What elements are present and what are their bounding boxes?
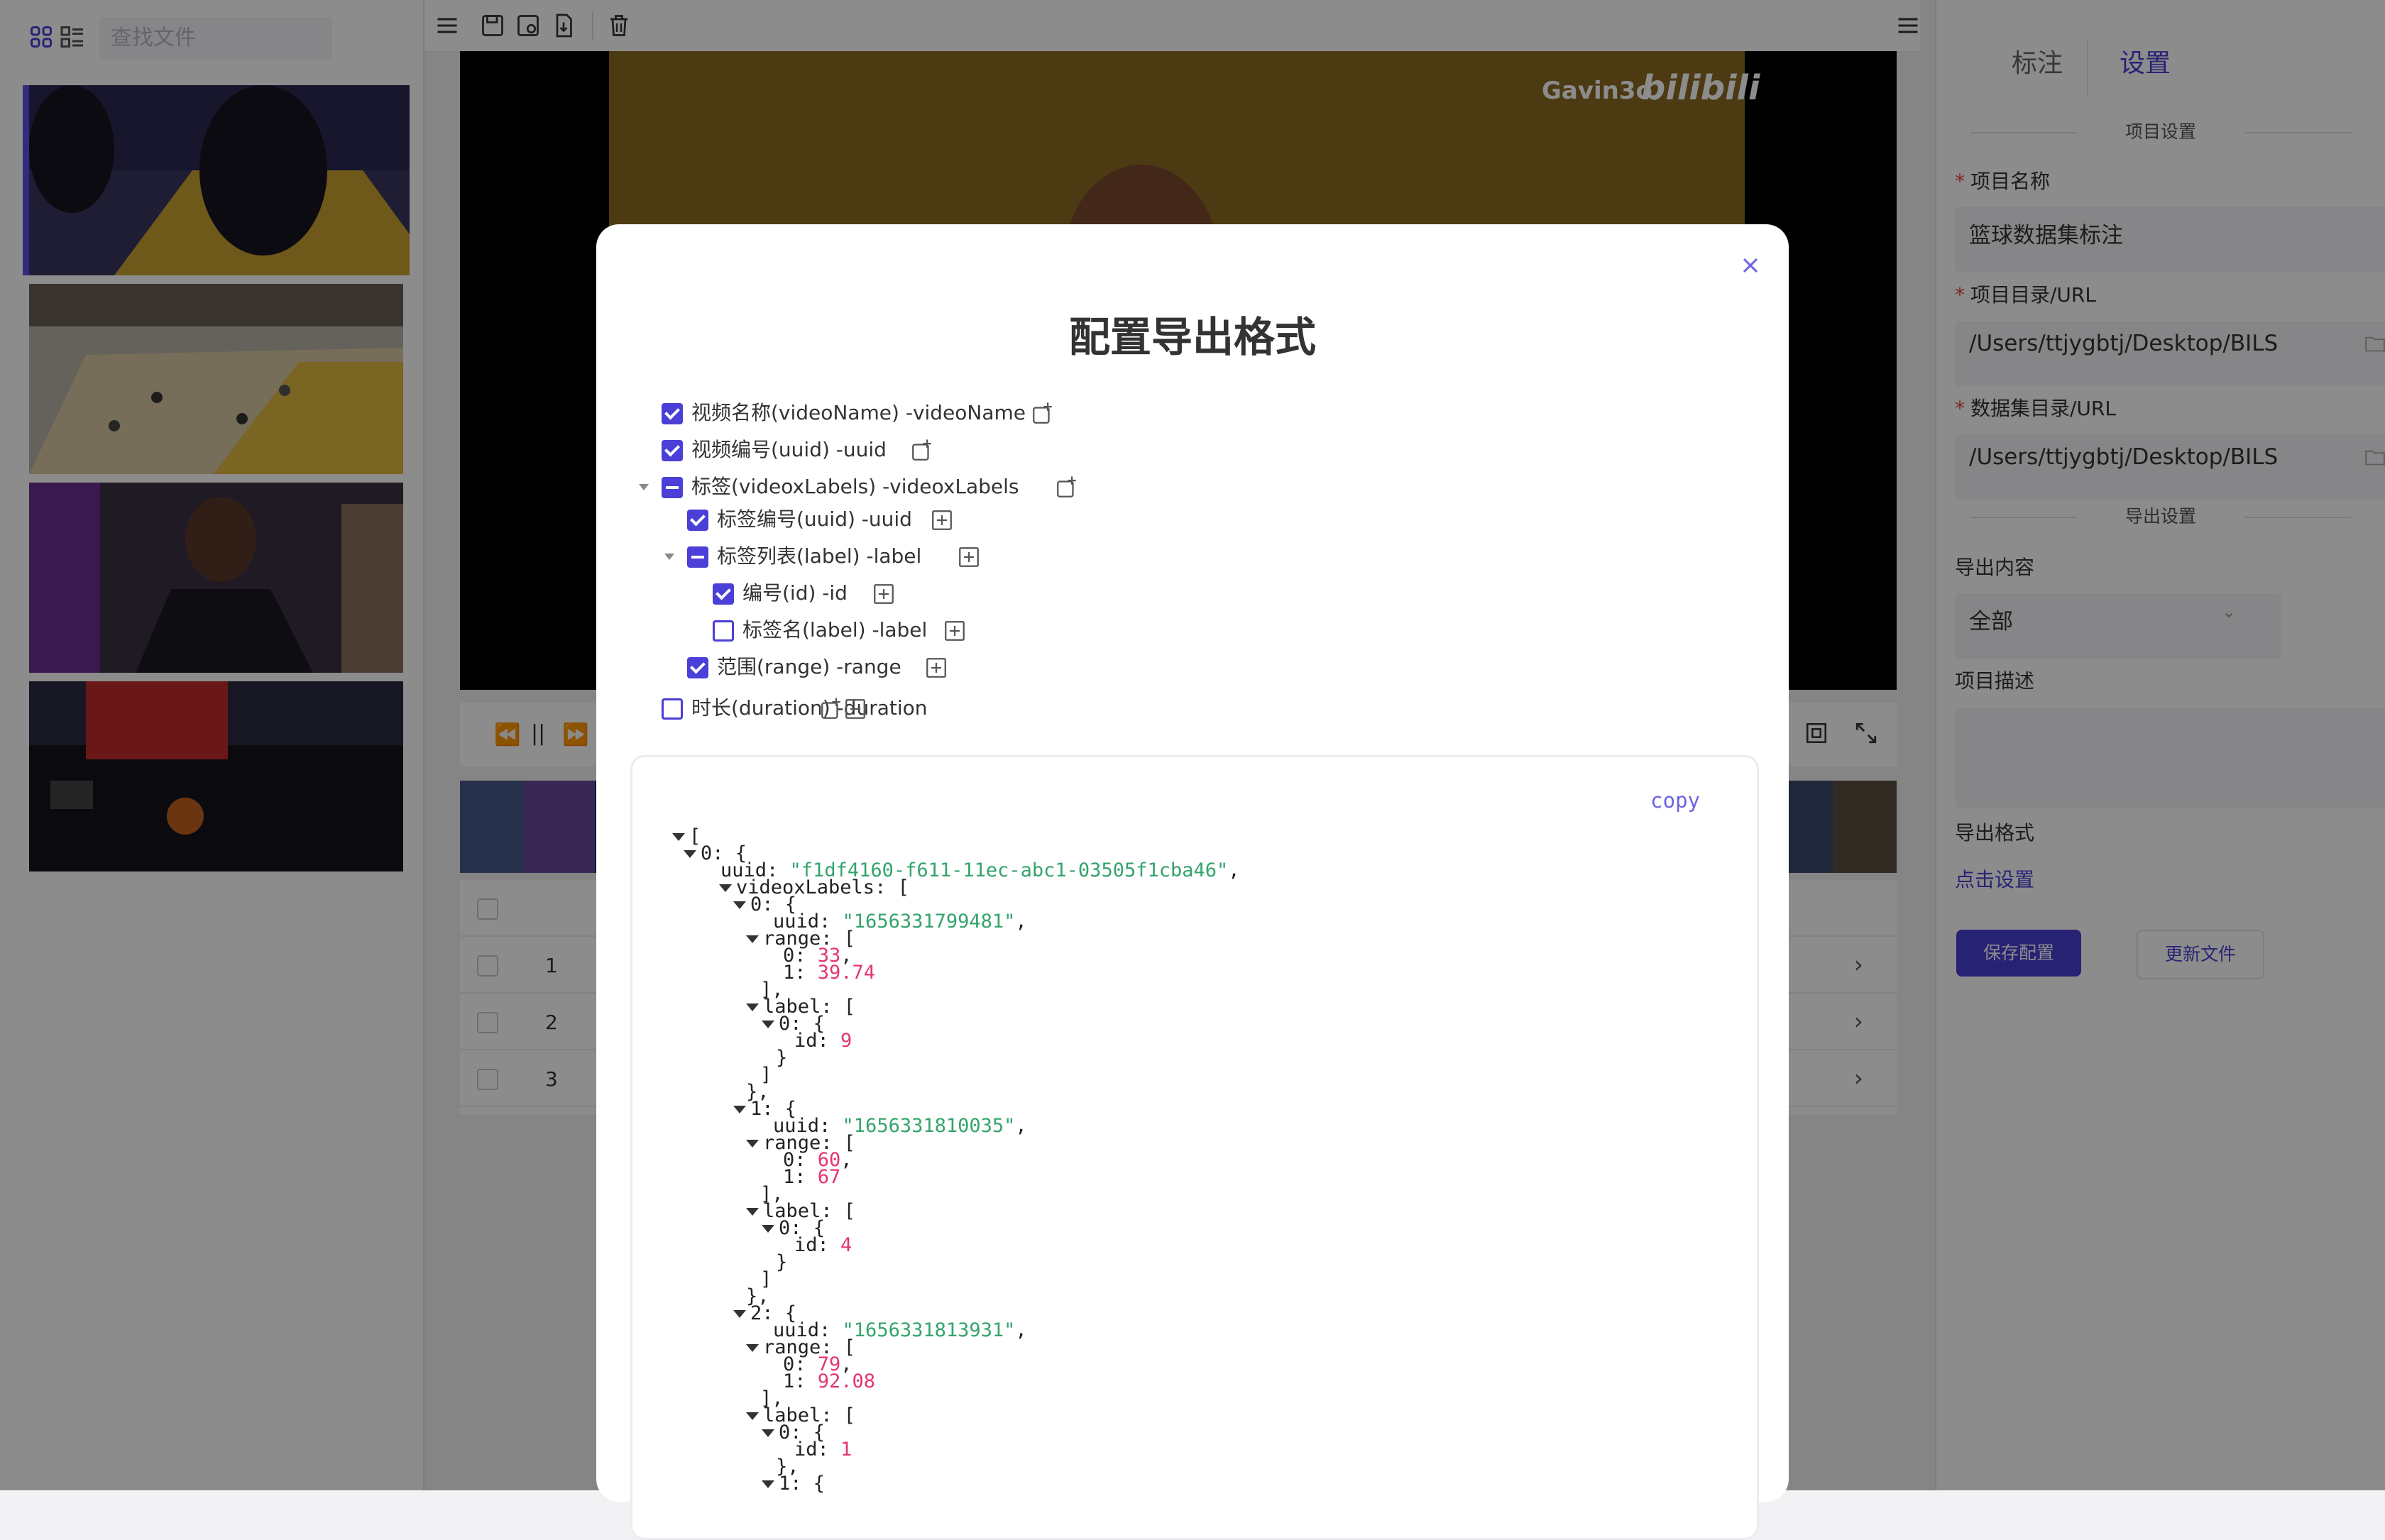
checkbox-unchecked[interactable] xyxy=(713,620,734,642)
caret-down-icon[interactable] xyxy=(746,1003,759,1011)
json-line: 1: 39.74 xyxy=(783,962,876,984)
caret-down-icon[interactable] xyxy=(639,484,649,490)
tree-item-label: 视频名称(videoName) -videoName xyxy=(691,401,1026,424)
copy-button[interactable]: copy xyxy=(1650,788,1700,813)
checkbox-indeterminate[interactable] xyxy=(687,546,708,568)
tree-item-label: 标签名(label) -label xyxy=(742,618,928,642)
caret-down-icon[interactable] xyxy=(746,1140,759,1148)
caret-down-icon[interactable] xyxy=(733,1106,746,1113)
tree-item-label: 标签编号(uuid) -uuid xyxy=(717,507,912,531)
add-child-icon[interactable] xyxy=(930,508,954,532)
json-line: id: 1 xyxy=(794,1439,852,1461)
json-line: id: 9 xyxy=(794,1030,852,1052)
caret-down-icon[interactable] xyxy=(746,1412,759,1420)
caret-down-icon[interactable] xyxy=(746,935,759,943)
checkbox-checked[interactable] xyxy=(687,510,708,531)
caret-down-icon[interactable] xyxy=(684,850,696,858)
add-child-icon[interactable] xyxy=(872,582,896,606)
json-line: 1: 92.08 xyxy=(783,1370,876,1392)
caret-down-icon[interactable] xyxy=(762,1429,774,1437)
json-line: 1: 67 xyxy=(783,1166,841,1188)
tree-item-label: 标签列表(label) -label xyxy=(717,544,922,568)
tree-item-label: 范围(range) -range xyxy=(717,655,901,678)
close-icon[interactable] xyxy=(1738,253,1763,278)
caret-down-icon[interactable] xyxy=(672,833,685,841)
caret-down-icon[interactable] xyxy=(746,1208,759,1216)
checkbox-checked[interactable] xyxy=(662,403,683,424)
checkbox-unchecked[interactable] xyxy=(662,698,683,720)
tree-item-label: 时长(duration) -duration xyxy=(691,696,928,720)
add-child-icon[interactable] xyxy=(943,619,967,643)
caret-down-icon[interactable] xyxy=(762,1021,774,1028)
add-sibling-icon[interactable] xyxy=(819,697,843,721)
caret-down-icon[interactable] xyxy=(733,1310,746,1318)
json-line: 1: { xyxy=(762,1474,825,1494)
caret-down-icon[interactable] xyxy=(746,1344,759,1352)
add-sibling-icon[interactable] xyxy=(1031,402,1055,426)
dialog-title: 配置导出格式 xyxy=(1068,313,1316,361)
export-format-dialog: 配置导出格式 视频名称(videoName) -videoName 视频编号(u… xyxy=(596,224,1789,1540)
caret-down-icon[interactable] xyxy=(719,884,732,892)
caret-down-icon[interactable] xyxy=(664,554,674,560)
json-line: } xyxy=(776,1251,788,1273)
tree-item-label: 编号(id) -id xyxy=(742,581,848,605)
remove-icon[interactable] xyxy=(843,697,867,721)
add-sibling-icon[interactable] xyxy=(910,439,934,463)
caret-down-icon[interactable] xyxy=(762,1225,774,1233)
checkbox-checked[interactable] xyxy=(713,583,734,605)
checkbox-checked[interactable] xyxy=(687,657,708,678)
checkbox-checked[interactable] xyxy=(662,440,683,461)
add-sibling-icon[interactable] xyxy=(1055,475,1079,500)
json-preview: copy [0: {uuid: "f1df4160-f611-11ec-abc1… xyxy=(630,755,1759,1540)
caret-down-icon[interactable] xyxy=(762,1480,774,1488)
checkbox-indeterminate[interactable] xyxy=(662,477,683,498)
add-child-icon[interactable] xyxy=(957,545,981,569)
tree-item-label: 标签(videoxLabels) -videoxLabels xyxy=(691,475,1019,498)
tree-item-label: 视频编号(uuid) -uuid xyxy=(691,438,887,461)
add-child-icon[interactable] xyxy=(924,656,948,680)
caret-down-icon[interactable] xyxy=(733,901,746,909)
json-line: } xyxy=(776,1047,788,1069)
json-line: id: 4 xyxy=(794,1234,852,1256)
